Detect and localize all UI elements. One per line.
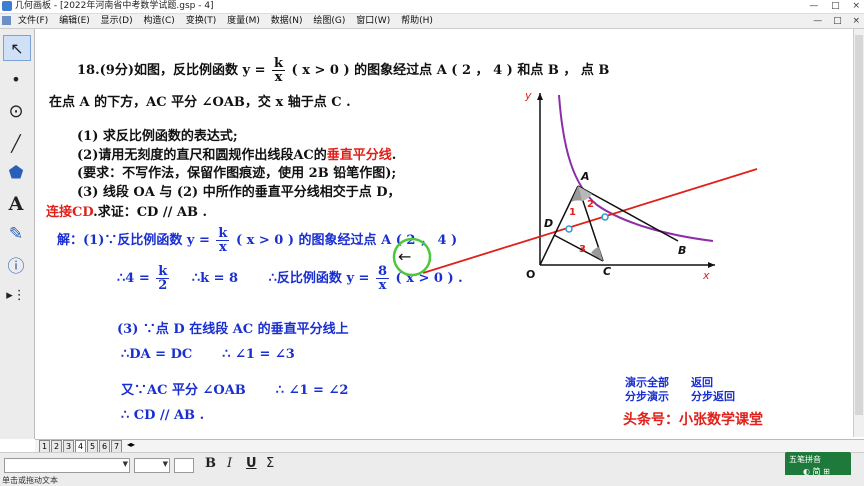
scrollbar-thumb[interactable] (855, 35, 863, 415)
italic-button[interactable]: I (227, 456, 232, 471)
menu-window[interactable]: 窗口(W) (356, 16, 390, 26)
maximize-button[interactable]: □ (831, 1, 840, 11)
sketch-canvas[interactable]: 18.(9分)如图，反比例函数 y = kx ( x > 0 ) 的图象经过点 … (35, 29, 853, 437)
label-o: O (526, 268, 535, 281)
selection-arrow-tool[interactable]: ↖ (3, 35, 31, 61)
text-color-swatch[interactable] (174, 458, 194, 473)
page-tabs: 1 2 3 4 5 6 7 ◂▸ (35, 439, 864, 453)
cursor-arrow-icon: ← (398, 247, 411, 266)
chevron-down-icon: ▼ (162, 460, 168, 468)
text-format-bar: ▼ ▼ B I U Σ (0, 452, 864, 475)
page-tabs-scroll-icon[interactable]: ◂▸ (127, 440, 135, 449)
document-icon (2, 16, 11, 25)
compass-tool[interactable]: ⊙ (3, 99, 29, 123)
menu-bar: 文件(F) 编辑(E) 显示(D) 构造(C) 变换(T) 度量(M) 数据(N… (0, 14, 864, 29)
menu-help[interactable]: 帮助(H) (401, 16, 433, 26)
window-title: 几何画板 - [2022年河南省中考数学试题.gsp - 4] (15, 1, 214, 11)
title-bar: 几何画板 - [2022年河南省中考数学试题.gsp - 4] — □ × (0, 0, 864, 14)
hyperbola-curve (558, 94, 714, 242)
marker-tool[interactable]: ✎ (3, 222, 29, 246)
geometry-figure: ← y x O A B C D 1 2 3 (392, 89, 758, 282)
arc-intersection-point (565, 225, 573, 233)
text-tool[interactable]: A (3, 192, 29, 216)
label-angle-1: 1 (569, 207, 576, 218)
label-angle-2: 2 (587, 199, 594, 210)
information-tool[interactable]: ⓘ (3, 252, 29, 277)
menu-graph[interactable]: 绘图(G) (313, 16, 345, 26)
toolbox: ↖ • ⊙ ╱ ⬟ A ✎ ⓘ ▸⋮ (0, 29, 35, 439)
doc-minimize-button[interactable]: — (813, 16, 822, 26)
menu-display[interactable]: 显示(D) (101, 16, 133, 26)
font-size-dropdown[interactable]: ▼ (134, 458, 170, 473)
doc-close-button[interactable]: × (852, 16, 860, 26)
close-button[interactable]: × (852, 1, 860, 11)
straightedge-tool[interactable]: ╱ (3, 131, 29, 155)
x-axis-arrow-icon (708, 262, 715, 268)
menu-measure[interactable]: 度量(M) (227, 16, 260, 26)
menu-transform[interactable]: 变换(T) (186, 16, 217, 26)
math-symbol-button[interactable]: Σ (266, 456, 274, 471)
status-text: 单击或拖动文本 (2, 476, 58, 485)
polygon-tool[interactable]: ⬟ (3, 161, 29, 185)
menu-file[interactable]: 文件(F) (18, 16, 48, 26)
label-y: y (524, 89, 532, 102)
doc-restore-button[interactable]: □ (833, 16, 842, 26)
custom-tools[interactable]: ▸⋮ (3, 283, 29, 307)
bold-button[interactable]: B (205, 456, 216, 471)
app-icon (2, 1, 12, 11)
label-c: C (603, 265, 611, 278)
vertical-scrollbar[interactable] (853, 29, 864, 437)
chevron-down-icon: ▼ (122, 460, 128, 468)
label-angle-3: 3 (579, 244, 586, 255)
label-a: A (580, 170, 590, 183)
menu-construct[interactable]: 构造(C) (144, 16, 175, 26)
ime-name: 五笔拼音 (789, 455, 821, 464)
status-bar: 单击或拖动文本 (0, 475, 864, 486)
point-tool[interactable]: • (3, 67, 29, 91)
label-x: x (702, 269, 710, 282)
arc-intersection-point (601, 213, 609, 221)
label-b: B (678, 244, 686, 257)
menu-edit[interactable]: 编辑(E) (59, 16, 90, 26)
label-d: D (544, 217, 553, 230)
font-family-dropdown[interactable]: ▼ (4, 458, 130, 473)
menu-number[interactable]: 数据(N) (271, 16, 303, 26)
minimize-button[interactable]: — (809, 1, 818, 11)
underline-button[interactable]: U (246, 456, 257, 471)
y-axis-arrow-icon (537, 93, 543, 100)
